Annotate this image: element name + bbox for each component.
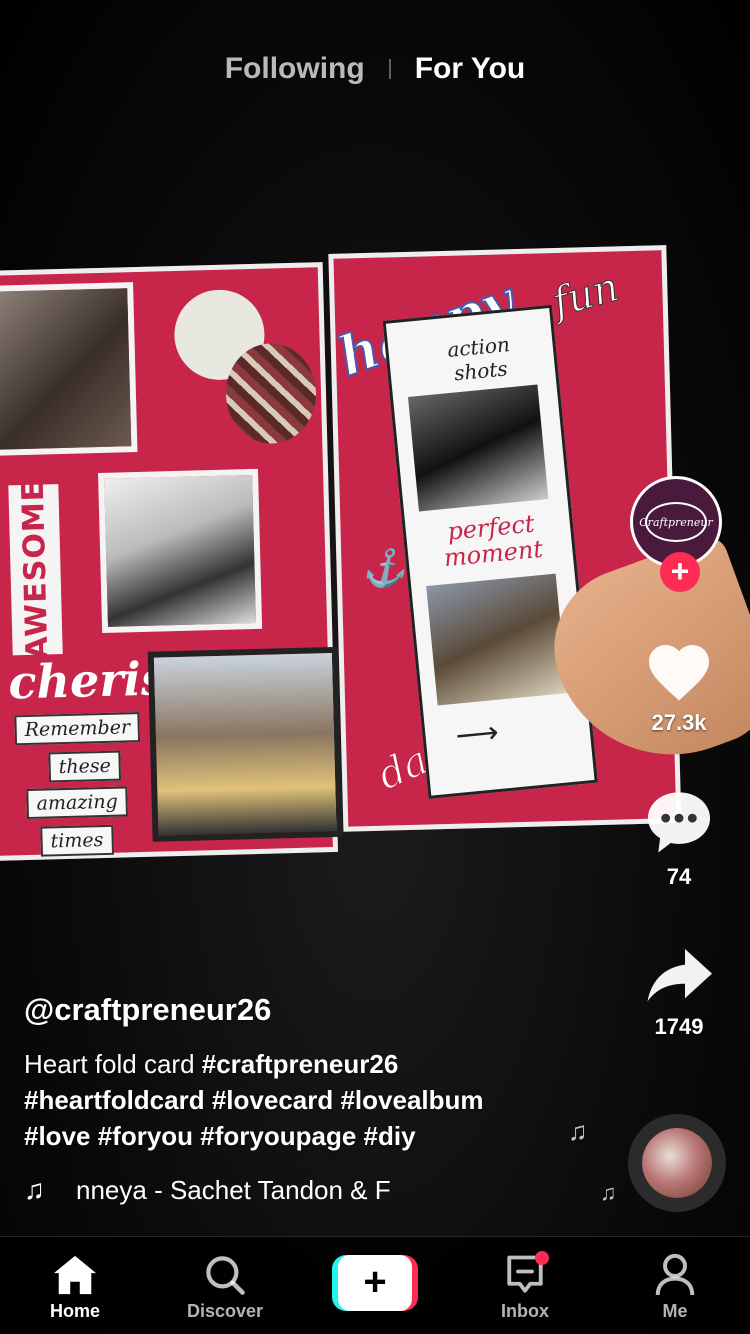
nav-create[interactable]: + [315, 1251, 435, 1311]
nav-inbox-label: Inbox [501, 1301, 549, 1321]
comment-button[interactable]: 74 [620, 788, 738, 890]
share-button[interactable]: 1749 [620, 946, 738, 1040]
heart-icon [649, 645, 709, 701]
like-button[interactable]: 27.3k [620, 636, 738, 736]
strip-photo-1 [407, 384, 549, 512]
tab-following[interactable]: Following [201, 52, 389, 86]
sound-title: nneya - Sachet Tandon & F [76, 1174, 391, 1205]
awesome-sticker: AWESOME [8, 479, 63, 660]
strip-photo-2 [426, 573, 568, 706]
profile-icon [651, 1251, 699, 1299]
balloon-sticker-pattern [224, 342, 318, 445]
plus-icon: + [338, 1255, 412, 1311]
action-shots-label: action shots [446, 332, 511, 386]
hashtag-line-2[interactable]: #heartfoldcard #lovecard #lovealbum [24, 1085, 484, 1115]
action-rail: Craftpreneur + 27.3k 74 1749 ♫ ♫ [568, 0, 750, 1334]
nav-inbox[interactable]: Inbox [465, 1251, 585, 1322]
album-art [642, 1128, 712, 1198]
home-icon [51, 1251, 99, 1299]
caption-text: Heart fold card #craftpreneur26 #heartfo… [24, 1046, 584, 1154]
inbox-icon [501, 1251, 549, 1299]
sound-info[interactable]: ♫ nneya - Sachet Tandon & F [24, 1172, 584, 1208]
creator-username[interactable]: @craftpreneur26 [24, 992, 584, 1028]
tab-for-you[interactable]: For You [391, 52, 550, 86]
post-caption: @craftpreneur26 Heart fold card #craftpr… [24, 992, 584, 1208]
nav-home[interactable]: Home [15, 1251, 135, 1322]
search-icon [201, 1251, 249, 1299]
amazing-label: amazing [26, 786, 129, 820]
share-arrow-icon [647, 949, 712, 1002]
creator-avatar-logo: Craftpreneur [639, 502, 713, 542]
music-note-icon: ♫ [600, 1180, 617, 1205]
like-count: 27.3k [651, 710, 707, 735]
remember-label: Remember [14, 712, 141, 746]
bottom-navigation: Home Discover + Inbox Me [0, 1236, 750, 1334]
photo-album-card: AWESOME cherish Remember these amazing t… [0, 226, 708, 865]
notification-dot [535, 1251, 549, 1265]
share-count: 1749 [654, 1014, 704, 1039]
follow-button[interactable]: + [660, 552, 700, 592]
album-left-page: AWESOME cherish Remember these amazing t… [0, 262, 343, 862]
comment-bubble-icon [647, 792, 711, 853]
these-label: these [48, 750, 122, 783]
nav-me[interactable]: Me [615, 1251, 735, 1322]
music-disc[interactable] [628, 1114, 726, 1212]
hashtag-line-3[interactable]: #love #foryou #foryoupage #diy [24, 1121, 416, 1151]
create-button[interactable]: + [332, 1255, 418, 1311]
fun-sticker: fun [547, 264, 624, 327]
hashtag-line-1[interactable]: #craftpreneur26 [202, 1049, 399, 1079]
comment-count: 74 [666, 864, 692, 889]
times-label: times [40, 824, 114, 857]
nav-me-label: Me [662, 1301, 688, 1321]
photo-group [147, 646, 343, 842]
perfect-moment-label: perfect moment [442, 509, 545, 573]
photo-couple [98, 468, 263, 633]
caption-description: Heart fold card [24, 1049, 195, 1079]
nav-discover[interactable]: Discover [165, 1251, 285, 1322]
nav-home-label: Home [49, 1301, 100, 1321]
music-note-icon: ♫ [24, 1174, 45, 1205]
arrow-doodle-icon: ⟶ [454, 715, 501, 753]
anchor-icon: ⚓ [361, 548, 407, 591]
photo-selfie [0, 282, 138, 457]
nav-discover-label: Discover [186, 1301, 264, 1321]
